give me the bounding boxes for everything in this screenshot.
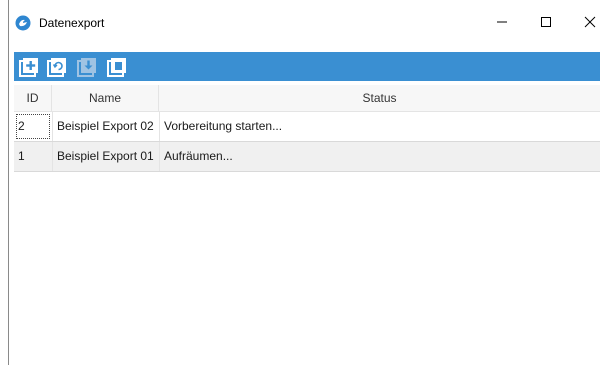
minimize-button[interactable] [480, 5, 524, 39]
refresh-button[interactable] [46, 56, 68, 78]
copy-button[interactable] [106, 56, 128, 78]
toolbar [14, 52, 600, 81]
cell-id[interactable]: 2 [14, 112, 52, 141]
maximize-button[interactable] [524, 5, 568, 39]
add-button[interactable] [18, 56, 40, 78]
export-table: ID Name Status 2 Beispiel Export 02 Vorb… [14, 85, 600, 172]
column-header-id[interactable]: ID [14, 85, 52, 111]
minimize-icon [497, 21, 507, 23]
copy-icon [107, 58, 126, 77]
download-icon [77, 58, 96, 77]
cell-status[interactable]: Vorbereitung starten... [159, 112, 600, 141]
window-title: Datenexport [39, 16, 105, 30]
cell-id[interactable]: 1 [14, 142, 52, 171]
close-button[interactable] [568, 5, 601, 39]
app-logo-icon [15, 15, 31, 31]
cell-status[interactable]: Aufräumen... [159, 142, 600, 171]
refresh-icon [47, 58, 66, 77]
table-row[interactable]: 2 Beispiel Export 02 Vorbereitung starte… [14, 112, 600, 142]
cell-name[interactable]: Beispiel Export 02 [52, 112, 159, 141]
table-header: ID Name Status [14, 85, 600, 112]
maximize-icon [541, 17, 551, 27]
table-row[interactable]: 1 Beispiel Export 01 Aufräumen... [14, 142, 600, 172]
add-icon [19, 58, 38, 77]
close-icon [584, 16, 596, 28]
title-bar[interactable]: Datenexport [9, 1, 601, 45]
column-header-name[interactable]: Name [52, 85, 159, 111]
cell-name[interactable]: Beispiel Export 01 [52, 142, 159, 171]
column-header-status[interactable]: Status [159, 85, 600, 111]
download-button[interactable] [76, 56, 98, 78]
